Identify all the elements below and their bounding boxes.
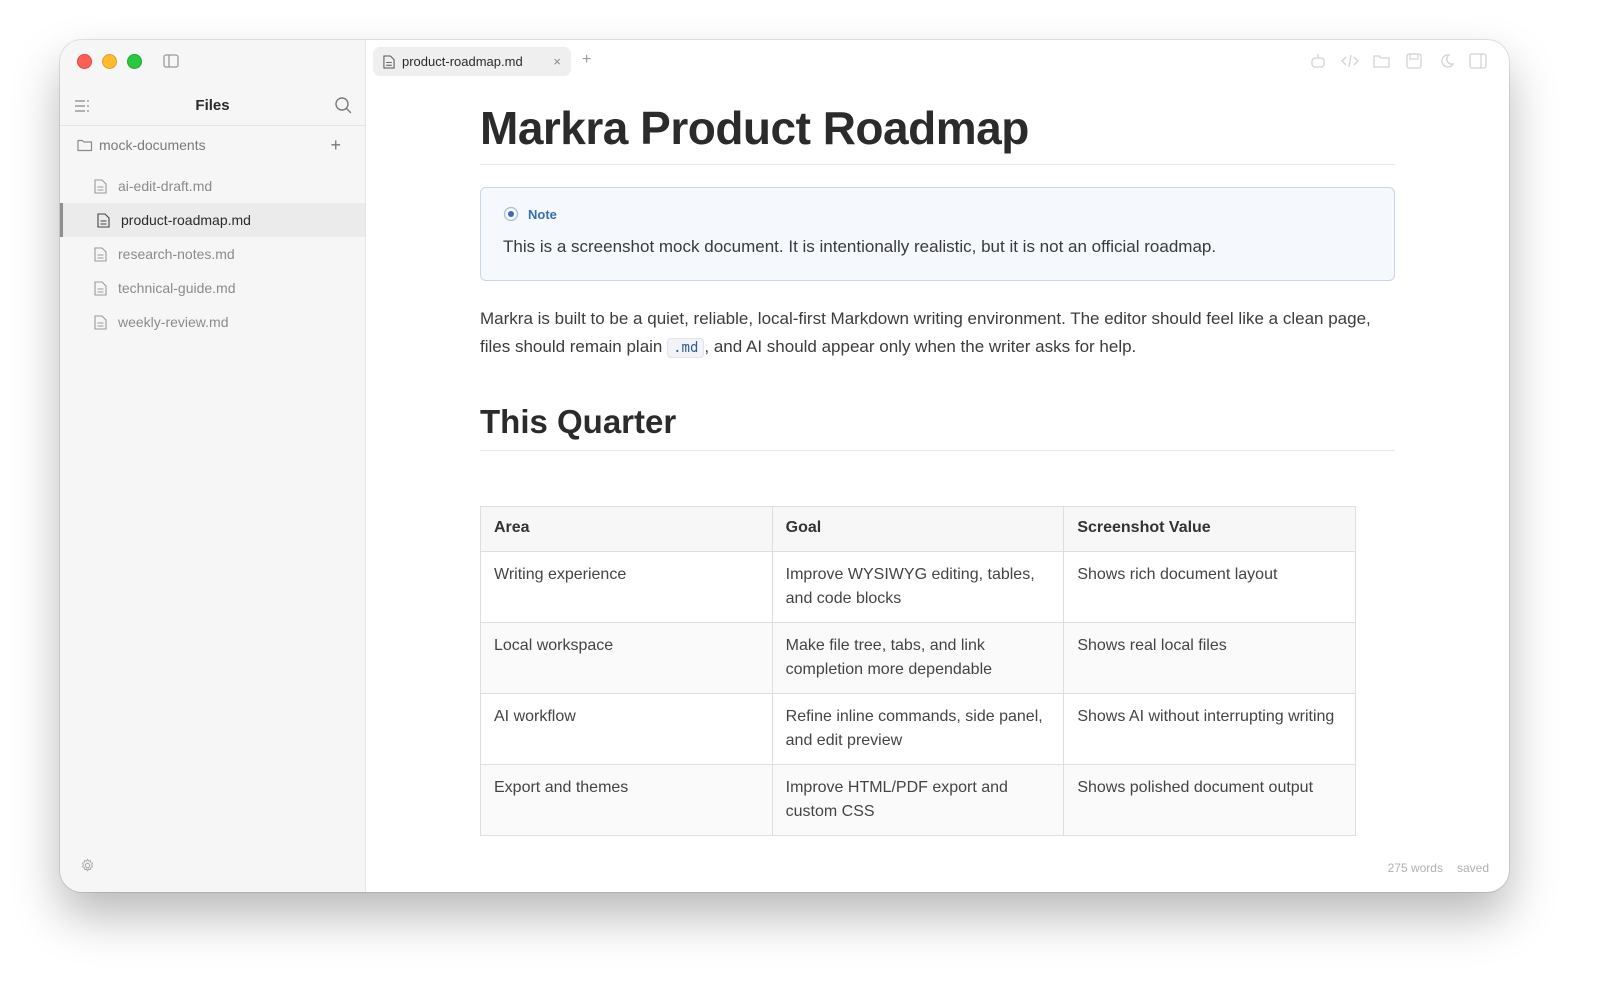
search-icon[interactable] (334, 96, 352, 114)
document-title: Markra Product Roadmap (480, 102, 1395, 165)
info-dot-icon (503, 206, 519, 222)
files-title: Files (195, 97, 230, 114)
ai-icon[interactable] (1309, 53, 1327, 69)
new-tab-button[interactable]: + (582, 51, 591, 69)
table-cell: Shows polished document output (1063, 764, 1356, 836)
table-cell: Shows rich document layout (1063, 551, 1356, 623)
note-header: Note (503, 206, 1372, 222)
save-icon[interactable] (1405, 53, 1423, 69)
toolbar (1309, 53, 1487, 69)
table-cell: Refine inline commands, side panel, and … (771, 693, 1065, 765)
document-icon (94, 246, 107, 262)
file-tree: ai-edit-draft.md product-roadmap.md rese… (60, 169, 365, 339)
app-window: Files mock-documents + ai-edit-draft.md … (60, 40, 1509, 892)
document-icon (94, 178, 107, 194)
note-text: This is a screenshot mock document. It i… (503, 237, 1217, 256)
status-bar: 275 words saved (1388, 861, 1489, 875)
table-header: Goal (771, 506, 1065, 552)
roadmap-table: Area Goal Screenshot Value Writing exper… (480, 506, 1356, 836)
table-cell: Shows AI without interrupting writing (1063, 693, 1356, 765)
document-content[interactable]: Markra Product Roadmap Note This is a sc… (480, 102, 1395, 836)
code-view-icon[interactable] (1341, 53, 1359, 69)
editor-pane: product-roadmap.md × + Markra Product Ro… (366, 40, 1509, 892)
file-name: research-notes.md (118, 246, 235, 262)
minimize-window-button[interactable] (102, 54, 117, 69)
table-row: Export and themes Improve HTML/PDF expor… (480, 764, 1356, 836)
tab-close-button[interactable]: × (553, 54, 561, 69)
intro-paragraph: Markra is built to be a quiet, reliable,… (480, 305, 1395, 362)
table-row: Writing experience Improve WYSIWYG editi… (480, 551, 1356, 623)
folder-label: mock-documents (99, 137, 206, 153)
file-item-weekly-review[interactable]: weekly-review.md (60, 305, 365, 339)
file-item-research-notes[interactable]: research-notes.md (60, 237, 365, 271)
add-file-button[interactable]: + (330, 136, 341, 154)
gear-icon[interactable] (80, 858, 95, 873)
file-item-ai-edit-draft[interactable]: ai-edit-draft.md (60, 169, 365, 203)
word-count: 275 words (1387, 861, 1443, 875)
tab-product-roadmap[interactable]: product-roadmap.md × (373, 47, 571, 76)
document-icon (383, 54, 395, 69)
open-folder-icon[interactable] (1373, 53, 1391, 69)
folder-icon (77, 139, 93, 152)
table-cell: AI workflow (480, 693, 773, 765)
table-cell: Export and themes (480, 764, 773, 836)
file-name: technical-guide.md (118, 280, 236, 296)
window-controls (77, 54, 142, 69)
table-header-row: Area Goal Screenshot Value (480, 506, 1356, 552)
file-name: product-roadmap.md (121, 212, 251, 228)
close-window-button[interactable] (77, 54, 92, 69)
note-callout: Note This is a screenshot mock document.… (480, 187, 1395, 281)
intro-text-after: , and AI should appear only when the wri… (704, 337, 1137, 356)
sidebar-toggle-icon[interactable] (163, 54, 179, 68)
table-cell: Improve HTML/PDF export and custom CSS (771, 764, 1065, 836)
table-row: AI workflow Refine inline commands, side… (480, 693, 1356, 765)
document-icon (94, 314, 107, 330)
folder-mock-documents[interactable]: mock-documents + (77, 135, 341, 155)
document-icon (94, 280, 107, 296)
table-header: Area (480, 506, 773, 552)
table-row: Local workspace Make file tree, tabs, an… (480, 622, 1356, 694)
table-cell: Make file tree, tabs, and link completio… (771, 622, 1065, 694)
file-name: ai-edit-draft.md (118, 178, 213, 194)
file-item-technical-guide[interactable]: technical-guide.md (60, 271, 365, 305)
table-cell: Improve WYSIWYG editing, tables, and cod… (771, 551, 1065, 623)
table-cell: Writing experience (480, 551, 773, 623)
file-name: weekly-review.md (118, 314, 229, 330)
tab-label: product-roadmap.md (402, 54, 523, 69)
table-cell: Shows real local files (1063, 622, 1356, 694)
save-status: saved (1456, 861, 1489, 875)
table-cell: Local workspace (480, 622, 773, 694)
table-header: Screenshot Value (1063, 506, 1356, 552)
files-header: Files (60, 90, 365, 126)
theme-moon-icon[interactable] (1437, 53, 1455, 69)
maximize-window-button[interactable] (127, 54, 142, 69)
note-label: Note (528, 206, 557, 222)
section-heading: This Quarter (480, 402, 1395, 451)
side-panel-icon[interactable] (1469, 53, 1487, 69)
sidebar: Files mock-documents + ai-edit-draft.md … (60, 40, 366, 892)
file-item-product-roadmap[interactable]: product-roadmap.md (60, 203, 365, 237)
document-icon (97, 212, 110, 228)
inline-code: .md (667, 338, 705, 358)
